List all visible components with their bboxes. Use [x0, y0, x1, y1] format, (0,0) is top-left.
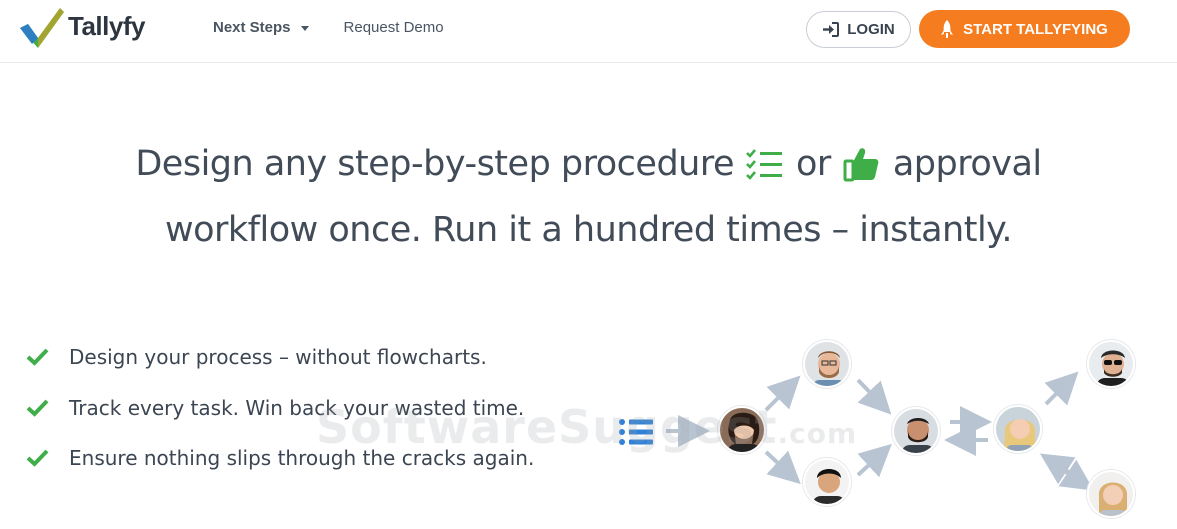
hero-text-procedure: Design any step-by-step procedure — [135, 144, 734, 184]
check-icon — [26, 449, 49, 468]
feature-text: Track every task. Win back your wasted t… — [69, 395, 525, 420]
start-tallyfying-label: START TALLYFYING — [963, 20, 1108, 38]
list-icon — [619, 419, 653, 445]
feature-text: Ensure nothing slips through the cracks … — [69, 446, 535, 471]
login-button[interactable]: LOGIN — [806, 11, 911, 48]
avatar — [718, 406, 766, 454]
hero-headline-line1: Design any step-by-step procedure or app… — [0, 144, 1177, 184]
sign-in-icon — [823, 22, 840, 37]
checklist-icon — [746, 149, 782, 180]
feature-item: Design your process – without flowcharts… — [26, 332, 534, 383]
arrow-up-left — [1039, 453, 1080, 485]
hero-headline-line2: workflow once. Run it a hundred times – … — [164, 210, 1013, 250]
arrow-up-right — [764, 375, 801, 412]
main-nav: Next Steps Request Demo — [213, 19, 479, 36]
nav-next-steps-label: Next Steps — [213, 19, 291, 36]
feature-list: Design your process – without flowcharts… — [26, 332, 534, 484]
avatar — [1087, 340, 1135, 388]
login-label: LOGIN — [847, 21, 895, 38]
avatar — [803, 458, 851, 506]
top-navbar: Tallyfy Next Steps Request Demo LOGIN ST… — [0, 0, 1177, 63]
arrow-up-right — [856, 443, 892, 478]
feature-item: Ensure nothing slips through the cracks … — [26, 433, 534, 484]
hero-text-or: or — [796, 144, 831, 184]
check-icon — [26, 399, 49, 417]
nav-request-demo-label: Request Demo — [343, 19, 444, 36]
nav-request-demo[interactable]: Request Demo — [344, 19, 444, 36]
avatar — [803, 340, 851, 388]
check-icon — [26, 348, 49, 367]
arrow-down-right — [856, 378, 892, 415]
chevron-down-icon — [300, 25, 309, 31]
feature-item: Track every task. Win back your wasted t… — [26, 383, 534, 434]
avatar — [994, 405, 1042, 453]
tallyfy-logo[interactable]: Tallyfy — [18, 4, 145, 48]
feature-text: Design your process – without flowcharts… — [69, 345, 487, 370]
avatar — [892, 407, 940, 455]
workflow-diagram — [600, 330, 1177, 529]
start-tallyfying-button[interactable]: START TALLYFYING — [919, 10, 1130, 48]
avatar — [1087, 470, 1135, 518]
logo-text: Tallyfy — [68, 10, 145, 41]
thumbs-up-icon — [843, 148, 879, 182]
hero-text-approval: approval — [892, 144, 1042, 184]
arrow-down-right — [764, 450, 801, 485]
rocket-icon — [941, 20, 954, 38]
tallyfy-check-logo-icon — [20, 8, 64, 48]
arrow-up-right — [1044, 371, 1079, 406]
nav-next-steps[interactable]: Next Steps — [213, 19, 309, 36]
